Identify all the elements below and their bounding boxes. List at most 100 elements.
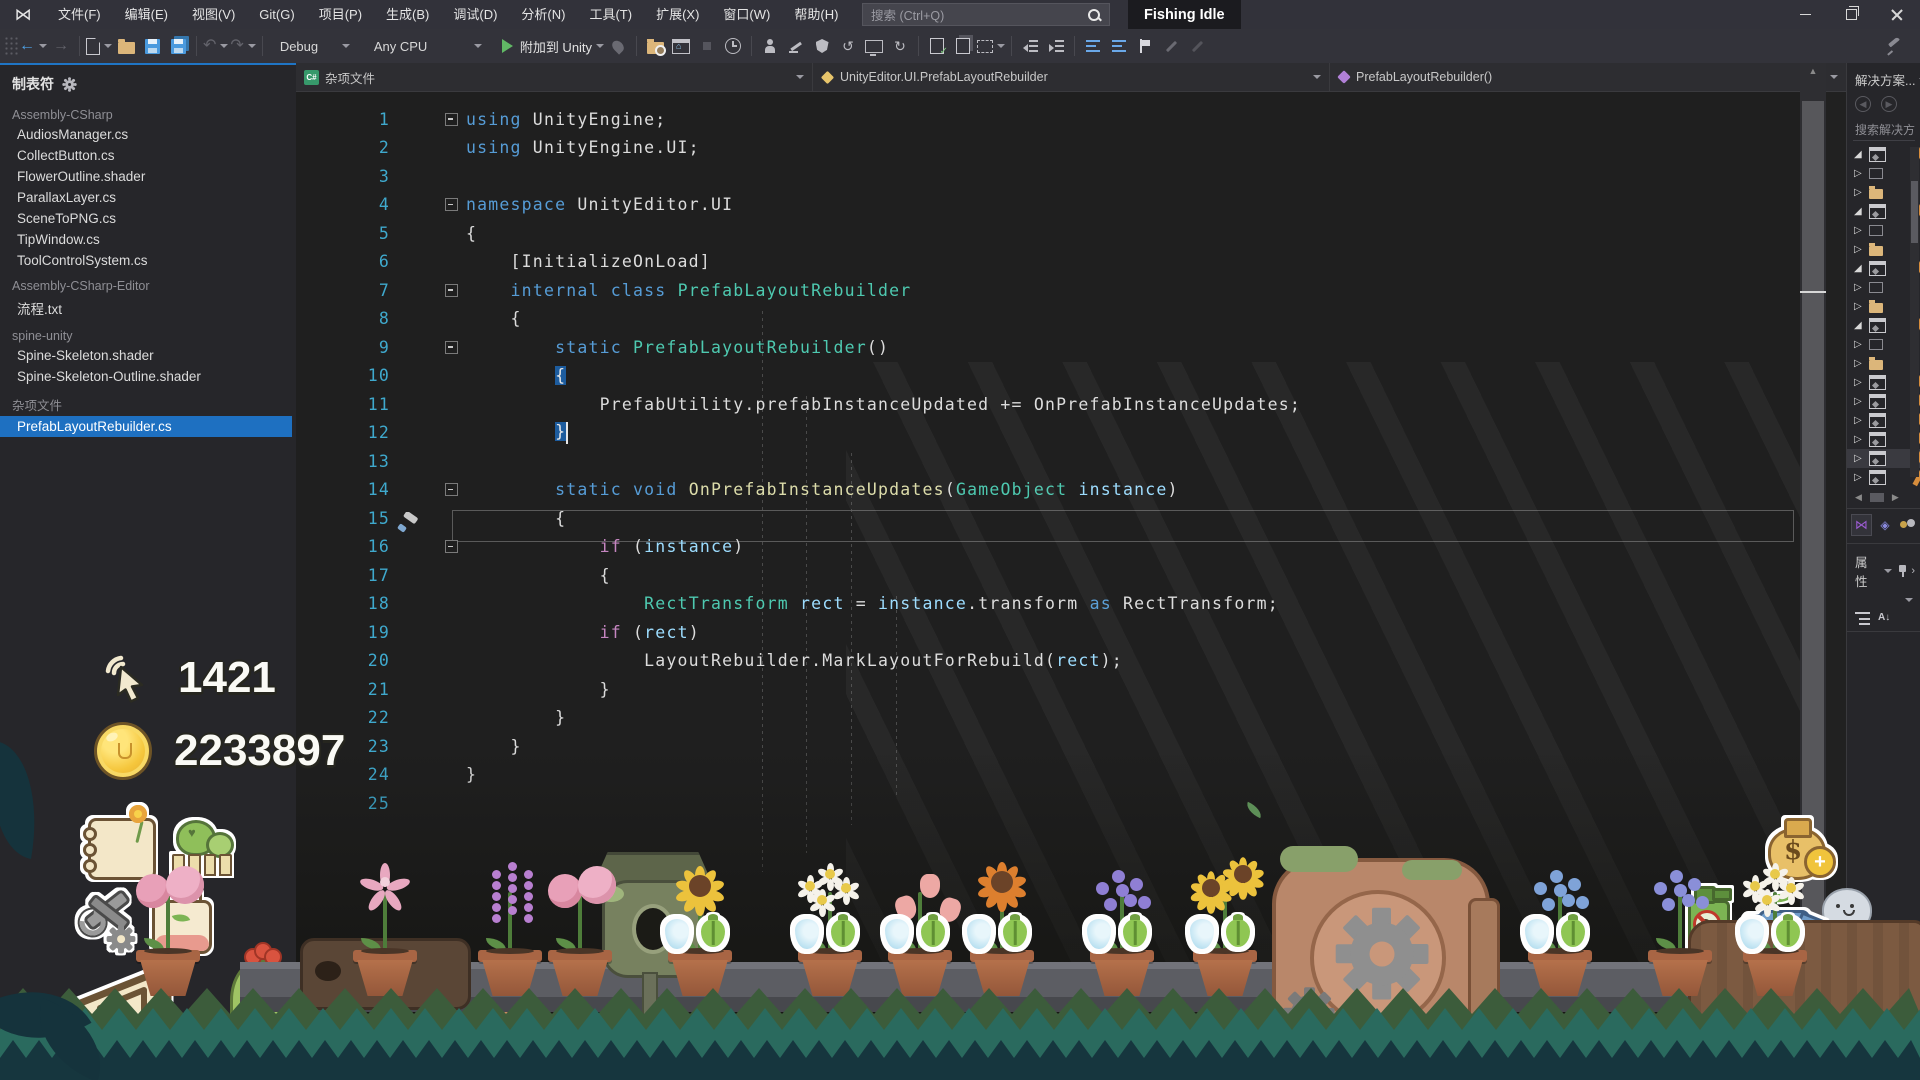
water-droplet-badge[interactable]	[1187, 916, 1221, 956]
open-file-item[interactable]: FlowerOutline.shader	[0, 166, 296, 187]
code-line[interactable]: 21 }	[296, 675, 1800, 704]
fold-collapse-icon[interactable]	[445, 540, 458, 553]
solution-explorer-tab[interactable]: ⋈	[1851, 514, 1872, 536]
hscroll-left-icon[interactable]: ◀	[1855, 492, 1862, 503]
nav-forward-button[interactable]: →	[49, 33, 73, 59]
quick-search-box[interactable]: 搜索 (Ctrl+Q)	[862, 3, 1110, 26]
code-line[interactable]: 3	[296, 162, 1800, 191]
expander-open-icon[interactable]: ◢	[1854, 320, 1864, 331]
open-folder-button[interactable]	[114, 33, 138, 59]
fold-collapse-icon[interactable]	[445, 284, 458, 297]
code-text[interactable]: PrefabUtility.prefabInstanceUpdated += O…	[466, 395, 1800, 414]
properties-header[interactable]: 属性 ›	[1847, 543, 1920, 594]
redo-button[interactable]: ↷	[230, 33, 255, 59]
code-line[interactable]: 16 if (instance)	[296, 533, 1800, 562]
fold-margin[interactable]	[398, 483, 466, 496]
open-file-item[interactable]: 流程.txt	[0, 295, 296, 321]
flower-pot[interactable]	[548, 948, 612, 996]
code-line[interactable]: 8 {	[296, 305, 1800, 334]
expander-closed-icon[interactable]: ▷	[1854, 472, 1864, 483]
code-text[interactable]: {	[466, 366, 1800, 385]
scroll-up-arrow-icon[interactable]: ▲	[1800, 63, 1826, 76]
code-line[interactable]: 15 {	[296, 504, 1800, 533]
expander-open-icon[interactable]: ◢	[1854, 206, 1864, 217]
search-icon[interactable]	[1087, 8, 1101, 22]
flower-pot[interactable]	[353, 948, 417, 996]
open-file-item[interactable]: ParallaxLayer.cs	[0, 187, 296, 208]
debug-target-dropdown[interactable]: Debug	[272, 34, 358, 58]
fold-margin[interactable]	[398, 284, 466, 297]
properties-object-dropdown[interactable]	[1847, 594, 1920, 606]
code-lines[interactable]: 1using UnityEngine;2using UnityEngine.UI…	[296, 105, 1800, 818]
water-droplet-badge[interactable]	[792, 916, 826, 956]
expander-closed-icon[interactable]: ▷	[1854, 434, 1864, 445]
hot-reload-button[interactable]	[606, 33, 630, 59]
code-line[interactable]: 6 [InitializeOnLoad]	[296, 248, 1800, 277]
beetle-badge[interactable]	[1223, 916, 1257, 956]
alphabetical-sort-icon[interactable]: A↓	[1878, 612, 1890, 625]
code-text[interactable]: using UnityEngine.UI;	[466, 138, 1800, 157]
code-line[interactable]: 17 {	[296, 561, 1800, 590]
small-toggle-button[interactable]	[695, 33, 719, 59]
code-text[interactable]: using UnityEngine;	[466, 110, 1800, 129]
fold-margin[interactable]	[398, 198, 466, 211]
doc-check-button[interactable]: ✓	[925, 33, 949, 59]
device-button[interactable]	[862, 33, 886, 59]
code-text[interactable]: [InitializeOnLoad]	[466, 252, 1800, 271]
code-line[interactable]: 22 }	[296, 704, 1800, 733]
open-file-item[interactable]: Spine-Skeleton-Outline.shader	[0, 366, 296, 387]
expander-open-icon[interactable]: ◢	[1854, 149, 1864, 160]
send-feedback-button[interactable]	[1882, 33, 1906, 59]
open-file-item[interactable]: AudiosManager.cs	[0, 124, 296, 145]
code-line[interactable]: 2using UnityEngine.UI;	[296, 134, 1800, 163]
save-button[interactable]	[140, 33, 164, 59]
expander-closed-icon[interactable]: ▷	[1854, 377, 1864, 388]
back-circle-icon[interactable]: ◀	[1855, 96, 1871, 112]
code-text[interactable]: }	[466, 680, 1800, 699]
expander-closed-icon[interactable]: ▷	[1854, 453, 1864, 464]
expander-closed-icon[interactable]: ▷	[1854, 396, 1864, 407]
step-into-button[interactable]	[758, 33, 782, 59]
expander-closed-icon[interactable]: ▷	[1854, 187, 1864, 198]
flower-pot[interactable]	[136, 948, 200, 996]
code-text[interactable]: {	[466, 566, 1800, 585]
water-droplet-badge[interactable]	[1522, 916, 1556, 956]
save-all-button[interactable]	[166, 33, 190, 59]
menu-item-6[interactable]: 调试(D)	[441, 0, 509, 29]
beetle-badge[interactable]	[1558, 916, 1592, 956]
undo-button[interactable]: ↶	[203, 33, 228, 59]
menu-item-0[interactable]: 文件(F)	[46, 0, 113, 29]
fold-collapse-icon[interactable]	[445, 341, 458, 354]
gear-icon[interactable]	[62, 77, 76, 91]
doc-copy-button[interactable]	[951, 33, 975, 59]
categorized-icon[interactable]	[1855, 612, 1870, 625]
expander-open-icon[interactable]: ◢	[1854, 263, 1864, 274]
member-dropdown[interactable]: PrefabLayoutRebuilder()	[1330, 63, 1846, 91]
refresh-button[interactable]: ↻	[888, 33, 912, 59]
code-text[interactable]: {	[466, 309, 1800, 328]
expander-closed-icon[interactable]: ▷	[1854, 358, 1864, 369]
format-document-button[interactable]	[1107, 33, 1131, 59]
water-droplet-badge[interactable]	[882, 916, 916, 956]
comment-button[interactable]	[1159, 33, 1183, 59]
beetle-badge[interactable]	[1773, 916, 1807, 956]
open-file-item[interactable]: CollectButton.cs	[0, 145, 296, 166]
hscroll-right-icon[interactable]: ▶	[1892, 492, 1899, 503]
toolbar-grip[interactable]	[4, 36, 18, 56]
sort-lines-button[interactable]	[1081, 33, 1105, 59]
restore-button[interactable]	[1828, 0, 1874, 29]
code-line[interactable]: 5{	[296, 219, 1800, 248]
menu-item-1[interactable]: 编辑(E)	[113, 0, 180, 29]
beetle-badge[interactable]	[1120, 916, 1154, 956]
menu-item-10[interactable]: 窗口(W)	[711, 0, 782, 29]
security-button[interactable]	[810, 33, 834, 59]
pin-icon[interactable]	[1898, 565, 1905, 577]
menu-item-9[interactable]: 扩展(X)	[644, 0, 711, 29]
flower-pot[interactable]	[1648, 948, 1712, 996]
code-text[interactable]: }	[466, 737, 1800, 756]
beetle-badge[interactable]	[698, 916, 732, 956]
preview-window-button[interactable]	[669, 33, 693, 59]
expander-closed-icon[interactable]: ▷	[1854, 339, 1864, 350]
timeline-button[interactable]	[721, 33, 745, 59]
code-text[interactable]: {	[466, 509, 1800, 528]
